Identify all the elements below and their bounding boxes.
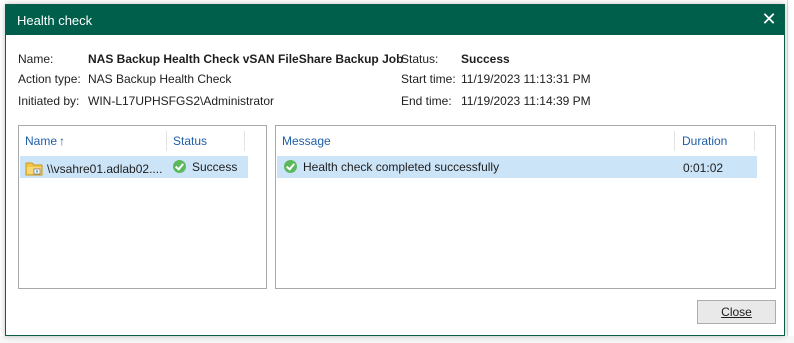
sort-ascending-icon: ↑ xyxy=(59,134,66,148)
session-log-list[interactable]: Message Duration Health check completed … xyxy=(275,125,776,289)
log-message-text: Health check completed successfully xyxy=(303,160,500,174)
close-button-label: Close xyxy=(721,305,752,319)
object-status-text: Success xyxy=(192,160,238,174)
start-time-value: 11/19/2023 11:13:31 PM xyxy=(461,72,591,86)
dialog-title: Health check xyxy=(17,13,93,28)
object-name-text: \\vsahre01.adlab02.... xyxy=(47,162,163,176)
start-time-label: Start time: xyxy=(401,72,456,86)
background-strip xyxy=(0,336,794,343)
success-check-icon xyxy=(173,160,186,173)
action-type-label: Action type: xyxy=(18,72,81,86)
table-row[interactable]: \\vsahre01.adlab02.... Success xyxy=(20,156,248,178)
health-check-dialog: Health check ✕ Name: NAS Backup Health C… xyxy=(5,4,785,336)
column-separator[interactable] xyxy=(754,131,755,151)
log-message-cell: Health check completed successfully xyxy=(284,160,499,174)
column-header-name[interactable]: Name ↑ xyxy=(25,134,65,148)
action-type-value: NAS Backup Health Check xyxy=(88,72,232,86)
status-value: Success xyxy=(461,52,510,66)
name-label: Name: xyxy=(18,52,54,66)
end-time-label: End time: xyxy=(401,94,452,108)
objects-list[interactable]: Name ↑ Status \\vsahre01.adlab02.... Succ… xyxy=(18,125,267,289)
column-header-status[interactable]: Status xyxy=(173,134,207,148)
folder-share-icon xyxy=(25,162,43,176)
column-header-message[interactable]: Message xyxy=(282,134,331,148)
job-name-value: NAS Backup Health Check vSAN FileShare B… xyxy=(88,52,404,66)
close-button[interactable]: Close xyxy=(697,300,776,324)
object-name-cell: \\vsahre01.adlab02.... xyxy=(25,160,162,176)
status-label: Status: xyxy=(401,52,439,66)
initiated-by-label: Initiated by: xyxy=(18,94,80,108)
table-row[interactable]: Health check completed successfully 0:01… xyxy=(277,156,757,178)
end-time-value: 11/19/2023 11:14:39 PM xyxy=(461,94,591,108)
column-header-duration[interactable]: Duration xyxy=(682,134,727,148)
column-separator[interactable] xyxy=(166,131,167,151)
close-icon[interactable]: ✕ xyxy=(760,10,778,28)
initiated-by-value: WIN-L17UPHSFGS2\Administrator xyxy=(88,94,275,108)
object-status-cell: Success xyxy=(173,160,237,174)
success-check-icon xyxy=(284,160,297,173)
log-duration-cell: 0:01:02 xyxy=(683,161,724,175)
column-separator[interactable] xyxy=(674,131,675,151)
title-bar: Health check ✕ xyxy=(6,5,784,35)
column-separator[interactable] xyxy=(244,131,245,151)
background-divider xyxy=(787,0,788,343)
